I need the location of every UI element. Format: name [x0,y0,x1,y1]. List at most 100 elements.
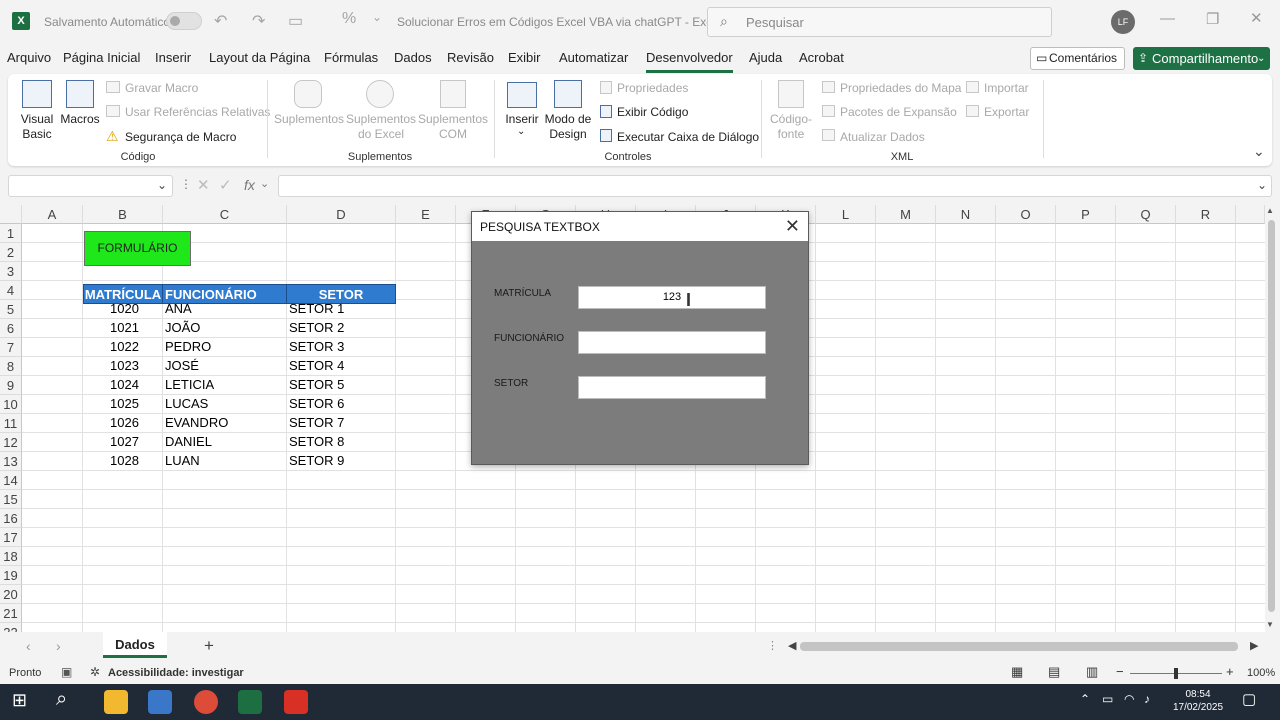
visual-basic-button[interactable]: Visual Basic [16,112,58,142]
table-cell-funcionario[interactable]: EVANDRO [165,414,228,432]
setor-input[interactable] [578,376,766,399]
table-cell-matricula[interactable]: 1027 [110,433,139,451]
usar-referencias-button[interactable]: Usar Referências Relativas [125,105,270,119]
percent-icon[interactable]: % [342,10,356,28]
search-box[interactable]: ⌕ Pesquisar [707,7,1052,37]
table-cell-setor[interactable]: SETOR 5 [289,376,344,394]
row-header[interactable]: 22 [0,623,22,632]
row-header[interactable]: 19 [0,566,22,585]
dialog-title-bar[interactable]: PESQUISA TEXTBOX ✕ [472,212,808,241]
insert-function-button[interactable]: fx [244,177,255,193]
zoom-slider-thumb[interactable] [1174,668,1178,679]
close-window-icon[interactable]: ✕ [1250,9,1263,27]
column-header[interactable]: C [163,205,287,224]
file-explorer-icon[interactable] [104,690,128,714]
tab-layout[interactable]: Layout da Página [209,50,310,65]
codigo-fonte-button[interactable]: Código-fonte [768,112,814,142]
table-cell-setor[interactable]: SETOR 6 [289,395,344,413]
prev-sheet-icon[interactable]: ‹ [26,638,31,654]
table-cell-setor[interactable]: SETOR 9 [289,452,344,470]
column-header[interactable]: D [287,205,396,224]
importar-button[interactable]: Importar [984,81,1029,95]
suplementos-com-button[interactable]: Suplementos COM [418,112,488,142]
calculator-icon[interactable] [148,690,172,714]
redo-icon[interactable]: ↷ [252,11,265,31]
funcionario-input[interactable] [578,331,766,354]
tab-desenvolvedor[interactable]: Desenvolvedor [646,50,733,73]
table-cell-matricula[interactable]: 1023 [110,357,139,375]
suplementos-button[interactable]: Suplementos [274,112,344,127]
row-header[interactable]: 6 [0,319,22,338]
more-icon[interactable]: ⋮ [767,639,778,652]
table-cell-matricula[interactable]: 1028 [110,452,139,470]
executar-caixa-button[interactable]: Executar Caixa de Diálogo [617,130,759,144]
row-header[interactable]: 14 [0,471,22,490]
page-break-icon[interactable]: ▥ [1086,664,1098,680]
table-cell-funcionario[interactable]: LUCAS [165,395,208,413]
table-cell-funcionario[interactable]: LETICIA [165,376,214,394]
table-cell-setor[interactable]: SETOR 2 [289,319,344,337]
table-cell-setor[interactable]: SETOR 4 [289,357,344,375]
row-header[interactable]: 8 [0,357,22,376]
undo-icon[interactable]: ↶ [214,11,227,31]
atualizar-dados-button[interactable]: Atualizar Dados [840,130,925,144]
windows-start-icon[interactable]: ⊞ [12,690,27,711]
wifi-icon[interactable]: ◠ [1124,692,1134,706]
close-icon[interactable]: ✕ [785,216,800,237]
formula-input[interactable]: ⌄ [278,175,1272,197]
sheet-tab-dados[interactable]: Dados [103,632,167,658]
row-header[interactable]: 12 [0,433,22,452]
table-cell-setor[interactable]: SETOR 1 [289,300,344,318]
row-header[interactable]: 4 [0,281,22,300]
volume-icon[interactable]: ♪ [1144,692,1150,706]
propriedades-mapa-button[interactable]: Propriedades do Mapa [840,81,961,95]
tab-pagina-inicial[interactable]: Página Inicial [63,50,140,65]
tab-dados[interactable]: Dados [394,50,432,65]
comments-button[interactable]: ▭ Comentários [1030,47,1125,70]
macro-record-icon[interactable]: ▣ [61,665,72,679]
column-header[interactable]: E [396,205,456,224]
row-header[interactable]: 17 [0,528,22,547]
row-header[interactable]: 10 [0,395,22,414]
scroll-right-icon[interactable]: ▶ [1250,639,1258,652]
row-header[interactable]: 18 [0,547,22,566]
zoom-in-icon[interactable]: + [1226,664,1234,679]
horizontal-scrollbar[interactable] [800,642,1238,651]
row-header[interactable]: 13 [0,452,22,471]
chevron-up-icon[interactable]: ⌃ [1080,692,1090,706]
customize-toolbar-icon[interactable]: ⌄ [372,10,382,24]
modo-design-button[interactable]: Modo de Design [543,112,593,142]
share-button[interactable]: ⇪ Compartilhamento ⌄ [1133,47,1270,70]
column-header[interactable]: P [1056,205,1116,224]
column-header[interactable]: M [876,205,936,224]
autosave-toggle[interactable] [166,12,202,30]
row-header[interactable]: 1 [0,224,22,243]
notification-icon[interactable]: ▢ [1242,690,1256,708]
name-box[interactable]: ⌄ [8,175,173,197]
search-icon[interactable]: ⌕ [56,688,67,711]
clock[interactable]: 08:54 17/02/2025 [1168,688,1228,714]
row-header[interactable]: 20 [0,585,22,604]
collapse-ribbon-icon[interactable]: ⌄ [1253,143,1265,160]
confirm-entry-icon[interactable]: ✓ [219,176,232,194]
next-sheet-icon[interactable]: › [56,638,61,654]
inserir-control-button[interactable]: Inserir [502,112,542,127]
table-cell-matricula[interactable]: 1026 [110,414,139,432]
column-header[interactable]: Q [1116,205,1176,224]
add-sheet-icon[interactable]: + [204,636,214,656]
row-header[interactable]: 15 [0,490,22,509]
zoom-level[interactable]: 100% [1247,667,1275,679]
table-cell-matricula[interactable]: 1025 [110,395,139,413]
zoom-out-icon[interactable]: − [1116,664,1124,679]
table-cell-funcionario[interactable]: DANIEL [165,433,212,451]
exibir-codigo-button[interactable]: Exibir Código [617,105,688,119]
vertical-scrollbar[interactable] [1268,220,1275,612]
scroll-down-icon[interactable]: ▼ [1266,620,1274,629]
row-header[interactable]: 9 [0,376,22,395]
cancel-entry-icon[interactable]: ✕ [197,176,210,194]
table-cell-setor[interactable]: SETOR 8 [289,433,344,451]
row-header[interactable]: 5 [0,300,22,319]
normal-view-icon[interactable]: ▦ [1011,664,1023,680]
formulario-button[interactable]: FORMULÁRIO [84,231,191,266]
chrome-icon[interactable] [194,690,218,714]
